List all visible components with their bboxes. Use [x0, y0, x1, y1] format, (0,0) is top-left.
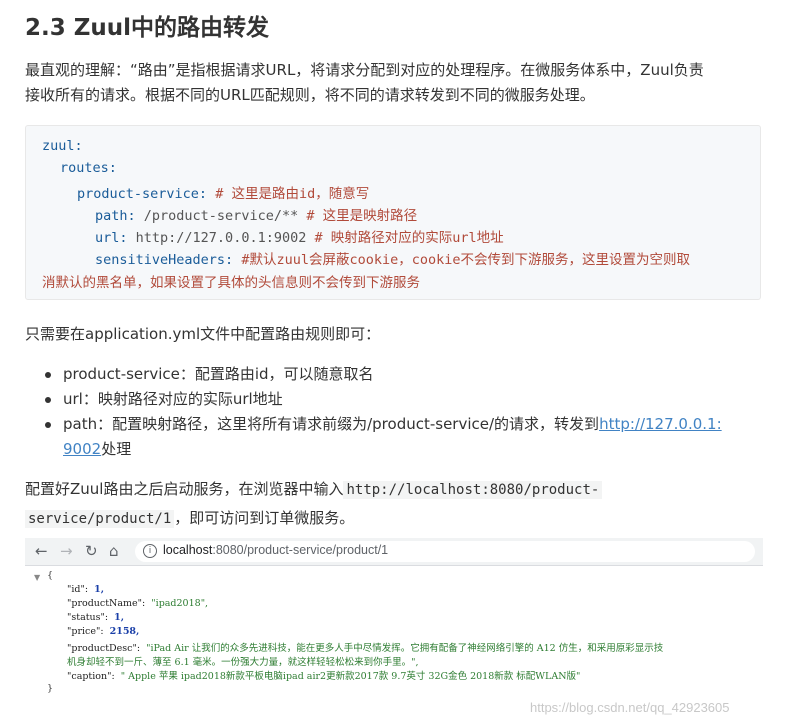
bullet-text-path-end: 处理: [101, 440, 132, 458]
csdn-watermark: https://blog.csdn.net/qq_42923605: [530, 700, 730, 715]
code-line-sensitive: sensitiveHeaders: #默认zuul会屏蔽cookie，cooki…: [95, 248, 690, 268]
bullet-dot: [45, 372, 51, 378]
browser-screenshot: ← → ↻ ⌂ i localhost:8080/product-service…: [25, 538, 763, 723]
url-key: url:: [95, 230, 128, 246]
path-value: /product-service/**: [143, 208, 299, 224]
code-line-path: path: /product-service/** # 这里是映射路径: [95, 204, 417, 224]
json-name-row: "productName": "ipad2018",: [67, 598, 209, 609]
collapse-triangle-icon[interactable]: ▼: [34, 573, 40, 582]
inline-code-url-cont: service/product/1: [25, 510, 175, 528]
url-comment: # 映射路径对应的实际url地址: [314, 230, 504, 246]
reload-icon[interactable]: ↻: [85, 542, 98, 560]
list-item: product-service：配置路由id，可以随意取名: [25, 362, 765, 387]
list-item: url：映射路径对应的实际url地址: [25, 387, 765, 412]
list-item: path：配置映射路径，这里将所有请求前缀为/product-service/的…: [25, 412, 765, 462]
path-comment: # 这里是映射路径: [306, 208, 418, 224]
service-comment: # 这里是路由id，随意写: [215, 186, 370, 202]
zuul-key: zuul:: [42, 138, 83, 154]
localhost-link-part1[interactable]: http://127.0.0.1:: [599, 415, 722, 433]
json-id-row: "id": 1,: [67, 584, 105, 595]
sensitive-key: sensitiveHeaders:: [95, 252, 234, 268]
json-desc-row-cont: 机身却轻不到一斤、薄至 6.1 毫米。一份强大力量，就这样轻轻松松来到你手里。"…: [67, 657, 419, 668]
address-bar[interactable]: i localhost:8080/product-service/product…: [135, 541, 755, 562]
back-arrow-icon[interactable]: ←: [35, 542, 48, 560]
url-path: :8080/product-service/product/1: [212, 543, 389, 557]
bullet-text-service: product-service：配置路由id，可以随意取名: [63, 365, 374, 383]
start-paragraph: 配置好Zuul路由之后启动服务，在浏览器中输入 http://localhost:…: [25, 475, 765, 533]
config-paragraph: 只需要在application.yml文件中配置路由规则即可：: [25, 325, 381, 343]
forward-arrow-icon[interactable]: →: [60, 542, 73, 560]
yaml-code-block: zuul: routes: product-service: # 这里是路由id…: [25, 125, 761, 300]
info-icon[interactable]: i: [143, 544, 157, 558]
intro-paragraph: 最直观的理解：“路由”是指根据请求URL，将请求分配到对应的处理程序。在微服务体…: [25, 58, 765, 108]
url-host: localhost: [163, 543, 213, 557]
url-value: http://127.0.0.1:9002: [135, 230, 307, 246]
code-line-zuul: zuul:: [42, 138, 83, 154]
sensitive-comment-cont: 消默认的黑名单，如果设置了具体的头信息则不会传到下游服务: [42, 275, 420, 291]
inline-code-url: http://localhost:8080/product-: [343, 481, 603, 499]
routes-key: routes:: [60, 160, 117, 176]
json-close-brace: }: [47, 683, 54, 694]
code-line-service: product-service: # 这里是路由id，随意写: [77, 182, 369, 202]
start-text-end: ，即可访问到订单微服务。: [174, 509, 355, 527]
json-desc-row: "productDesc": "iPad Air 让我们的众多先进科技，能在更多…: [67, 643, 664, 654]
code-line-url: url: http://127.0.0.1:9002 # 映射路径对应的实际ur…: [95, 226, 504, 246]
bullet-dot: [45, 397, 51, 403]
json-price-row: "price": 2158,: [67, 626, 140, 637]
json-caption-row: "caption": " Apple 苹果 ipad2018新款平板电脑ipad…: [67, 671, 581, 682]
section-heading: 2.3 Zuul中的路由转发: [25, 15, 270, 41]
code-line-routes: routes:: [60, 160, 117, 176]
path-key: path:: [95, 208, 136, 224]
bullet-text-url: url：映射路径对应的实际url地址: [63, 390, 283, 408]
intro-line-2: 接收所有的请求。根据不同的URL匹配规则，将不同的请求转发到不同的微服务处理。: [25, 86, 595, 104]
start-text: 配置好Zuul路由之后启动服务，在浏览器中输入: [25, 480, 344, 498]
localhost-link-part2[interactable]: 9002: [63, 440, 101, 458]
json-open-brace: {: [47, 570, 54, 581]
code-line-sensitive-cont: 消默认的黑名单，如果设置了具体的头信息则不会传到下游服务: [42, 271, 420, 291]
address-url: localhost:8080/product-service/product/1: [163, 543, 388, 557]
intro-line-1: 最直观的理解：“路由”是指根据请求URL，将请求分配到对应的处理程序。在微服务体…: [25, 61, 704, 79]
route-rules-list: product-service：配置路由id，可以随意取名 url：映射路径对应…: [25, 362, 765, 462]
sensitive-comment: #默认zuul会屏蔽cookie，cookie不会传到下游服务，这里设置为空则取: [241, 252, 690, 268]
bullet-text-path: path：配置映射路径，这里将所有请求前缀为/product-service/的…: [63, 415, 600, 433]
service-key: product-service:: [77, 186, 208, 202]
bullet-dot: [45, 422, 51, 428]
browser-toolbar: ← → ↻ ⌂ i localhost:8080/product-service…: [25, 538, 763, 566]
json-status-row: "status": 1,: [67, 612, 125, 623]
home-icon[interactable]: ⌂: [109, 542, 119, 560]
